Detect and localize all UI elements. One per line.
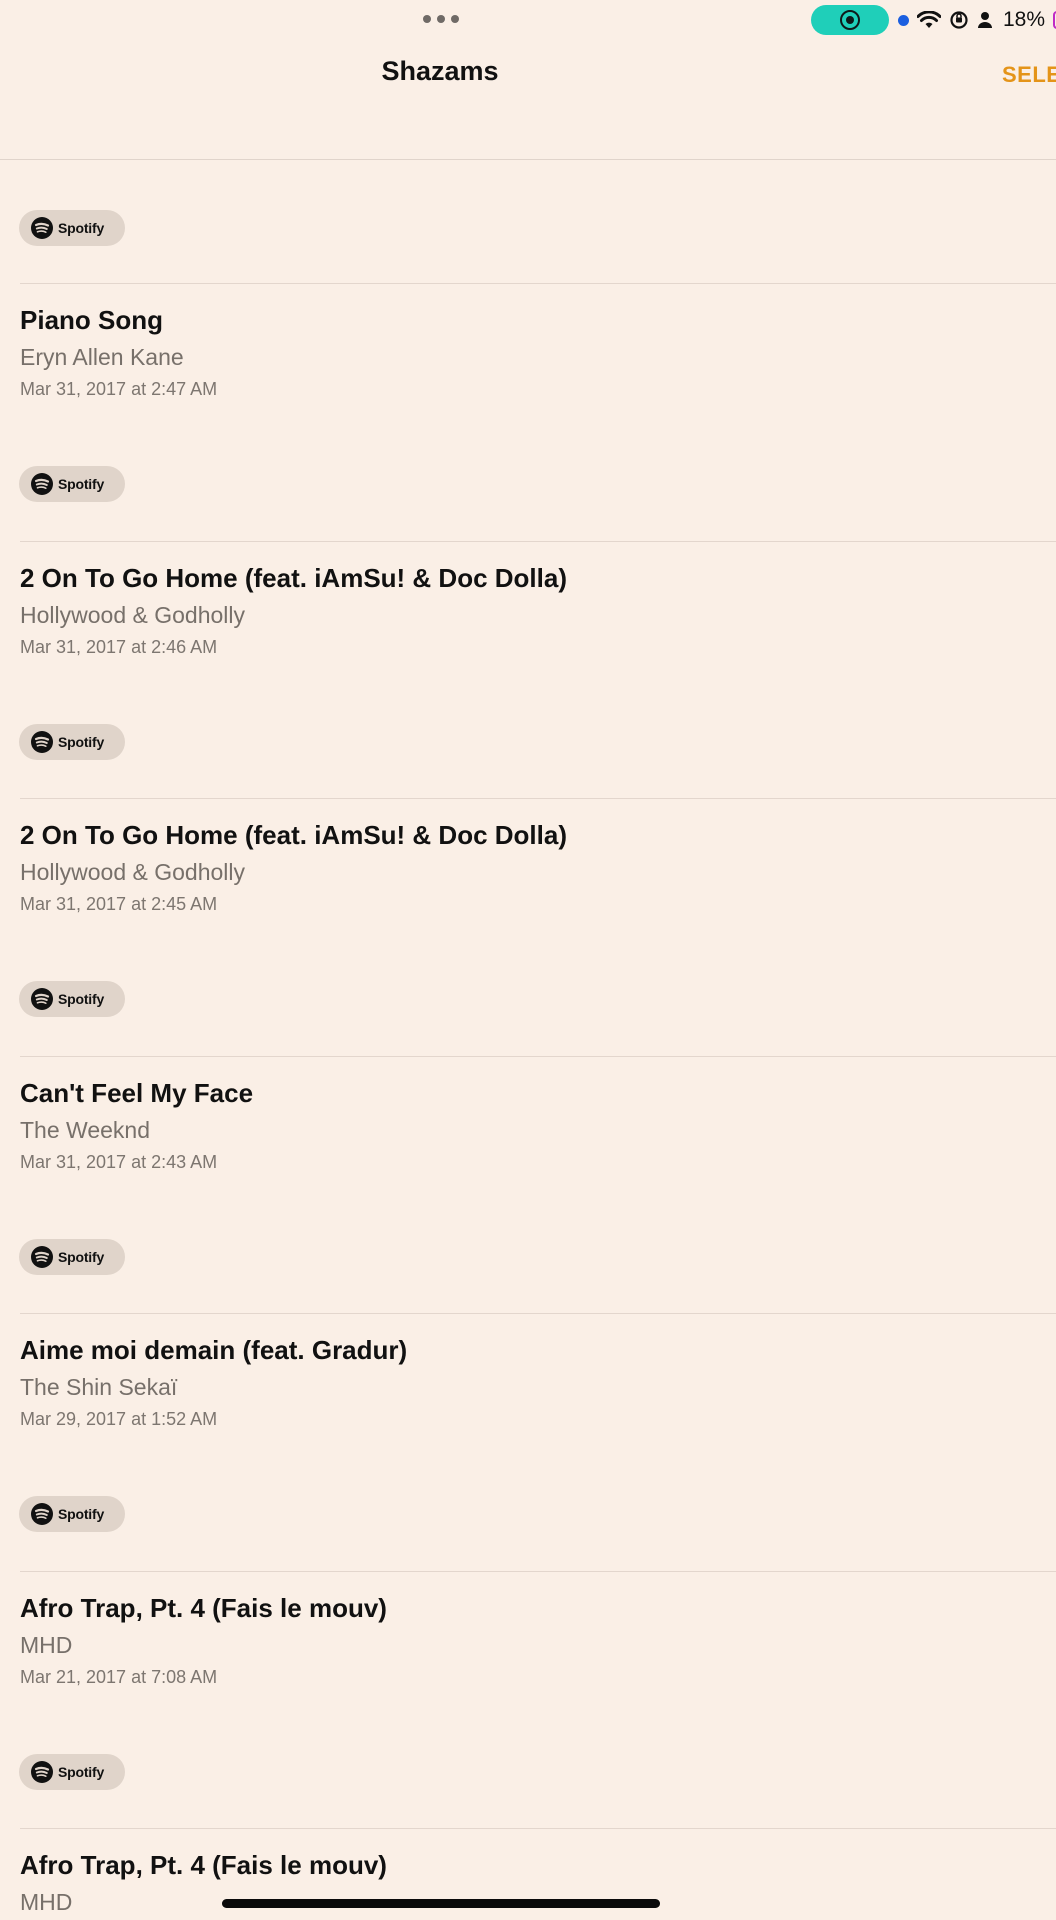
select-button[interactable]: SELE (1002, 62, 1056, 88)
spotify-label: Spotify (58, 220, 105, 236)
song-title[interactable]: Aime moi demain (feat. Gradur) (20, 1335, 407, 1366)
song-artist: The Shin Sekaï (20, 1374, 178, 1400)
song-artist: MHD (20, 1889, 73, 1915)
song-artist: Hollywood & Godholly (20, 601, 246, 628)
song-title[interactable]: Afro Trap, Pt. 4 (Fais le mouv) (20, 1593, 387, 1624)
row-divider (20, 1055, 1056, 1057)
open-in-spotify-button[interactable]: Spotify (19, 723, 125, 760)
song-title[interactable]: 2 On To Go Home (feat. iAmSu! & Doc Doll… (20, 820, 567, 851)
screen-recording-indicator[interactable] (811, 5, 889, 35)
song-title[interactable]: 2 On To Go Home (feat. iAmSu! & Doc Doll… (20, 563, 567, 594)
row-divider (20, 283, 1056, 284)
song-artist: Hollywood & Godholly (20, 859, 246, 885)
dot (437, 15, 445, 23)
row-divider (20, 540, 1056, 542)
person-icon (978, 12, 992, 28)
row-divider (20, 1828, 1056, 1829)
row-divider (20, 1313, 1056, 1314)
status-icons: 18% (898, 6, 1056, 34)
shazam-date: Mar 21, 2017 at 7:08 AM (20, 1666, 218, 1687)
open-in-spotify-button[interactable]: Spotify (19, 1496, 125, 1532)
open-in-spotify-button[interactable]: Spotify (19, 981, 125, 1017)
spotify-label: Spotify (58, 1248, 105, 1265)
spotify-icon (31, 1760, 53, 1783)
spotify-icon (31, 1503, 53, 1525)
status-bar: 18% (0, 0, 1056, 40)
shazam-date: Mar 31, 2017 at 2:45 AM (20, 894, 218, 914)
multitasking-dots-icon[interactable] (423, 14, 459, 24)
page-title: Shazams (381, 56, 499, 86)
shazam-date: Mar 31, 2017 at 2:46 AM (20, 636, 218, 657)
spotify-icon (31, 217, 53, 239)
spotify-label: Spotify (58, 1763, 105, 1780)
spotify-label: Spotify (58, 991, 105, 1007)
spotify-label: Spotify (58, 476, 105, 492)
wifi-icon (917, 11, 941, 28)
song-artist: The Weeknd (20, 1116, 150, 1143)
spotify-label: Spotify (58, 1506, 105, 1522)
battery-percent: 18% (1003, 8, 1046, 31)
spotify-icon (31, 988, 53, 1010)
spotify-icon (31, 1245, 53, 1268)
spotify-icon (31, 730, 53, 753)
open-in-spotify-button[interactable]: Spotify (19, 1753, 125, 1790)
shazam-date: Mar 31, 2017 at 2:47 AM (20, 379, 218, 399)
spotify-icon (31, 473, 53, 495)
shazam-date: Mar 31, 2017 at 2:43 AM (20, 1151, 218, 1172)
privacy-dot-icon (898, 14, 909, 26)
row-divider (20, 798, 1056, 799)
open-in-spotify-button[interactable]: Spotify (19, 466, 125, 502)
row-divider (20, 1570, 1056, 1572)
shazam-date: Mar 29, 2017 at 1:52 AM (20, 1409, 218, 1429)
dot (451, 15, 459, 23)
song-artist: MHD (20, 1631, 73, 1658)
home-indicator[interactable] (222, 1899, 660, 1908)
record-icon (840, 10, 860, 30)
dot (423, 15, 431, 23)
song-title[interactable]: Piano Song (20, 305, 163, 336)
open-in-spotify-button[interactable]: Spotify (19, 210, 125, 246)
orientation-lock-icon (950, 11, 968, 29)
navigation-bar: Shazams SELE (0, 40, 1056, 160)
shazams-screen: 18% Shazams SELE Spotify Piano Song Eryn A… (0, 0, 1056, 1920)
song-title[interactable]: Afro Trap, Pt. 4 (Fais le mouv) (20, 1850, 387, 1881)
spotify-label: Spotify (58, 733, 105, 750)
song-artist: Eryn Allen Kane (20, 344, 184, 370)
song-title[interactable]: Can't Feel My Face (20, 1078, 253, 1109)
open-in-spotify-button[interactable]: Spotify (19, 1238, 125, 1275)
